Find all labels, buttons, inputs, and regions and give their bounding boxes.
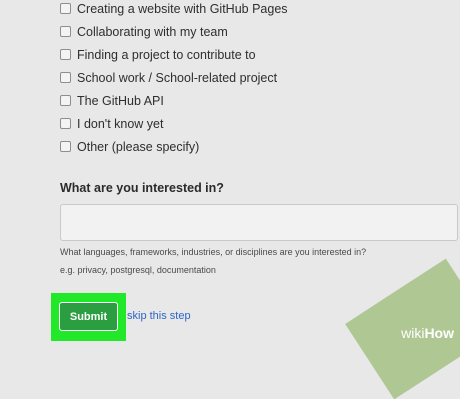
option-collaborating[interactable]: Collaborating with my team — [60, 20, 288, 43]
option-school-work[interactable]: School work / School-related project — [60, 66, 288, 89]
option-label: School work / School-related project — [77, 70, 278, 85]
checkbox[interactable] — [60, 3, 71, 14]
option-finding-project[interactable]: Finding a project to contribute to — [60, 43, 288, 66]
option-label: Finding a project to contribute to — [77, 47, 256, 62]
logo-how: How — [424, 325, 454, 341]
interests-examples: e.g. privacy, postgresql, documentation — [60, 265, 216, 275]
option-github-pages[interactable]: Creating a website with GitHub Pages — [60, 0, 288, 20]
option-label: I don't know yet — [77, 116, 164, 131]
interests-question: What are you interested in? — [60, 181, 224, 195]
option-other[interactable]: Other (please specify) — [60, 135, 288, 158]
option-dont-know[interactable]: I don't know yet — [60, 112, 288, 135]
option-label: The GitHub API — [77, 93, 164, 108]
option-github-api[interactable]: The GitHub API — [60, 89, 288, 112]
checkbox[interactable] — [60, 49, 71, 60]
checkbox[interactable] — [60, 141, 71, 152]
checkbox[interactable] — [60, 72, 71, 83]
checkbox[interactable] — [60, 118, 71, 129]
option-label: Other (please specify) — [77, 139, 200, 154]
checkbox[interactable] — [60, 26, 71, 37]
wikihow-logo: wikiHow — [401, 325, 454, 341]
submit-button[interactable]: Submit — [59, 302, 118, 331]
option-label: Creating a website with GitHub Pages — [77, 1, 288, 16]
option-label: Collaborating with my team — [77, 24, 228, 39]
purpose-checklist: Creating a website with GitHub Pages Col… — [60, 0, 288, 158]
interests-hint: What languages, frameworks, industries, … — [60, 247, 367, 257]
logo-wiki: wiki — [401, 325, 425, 341]
checkbox[interactable] — [60, 95, 71, 106]
skip-step-link[interactable]: skip this step — [127, 310, 191, 322]
interests-input[interactable] — [60, 204, 458, 241]
